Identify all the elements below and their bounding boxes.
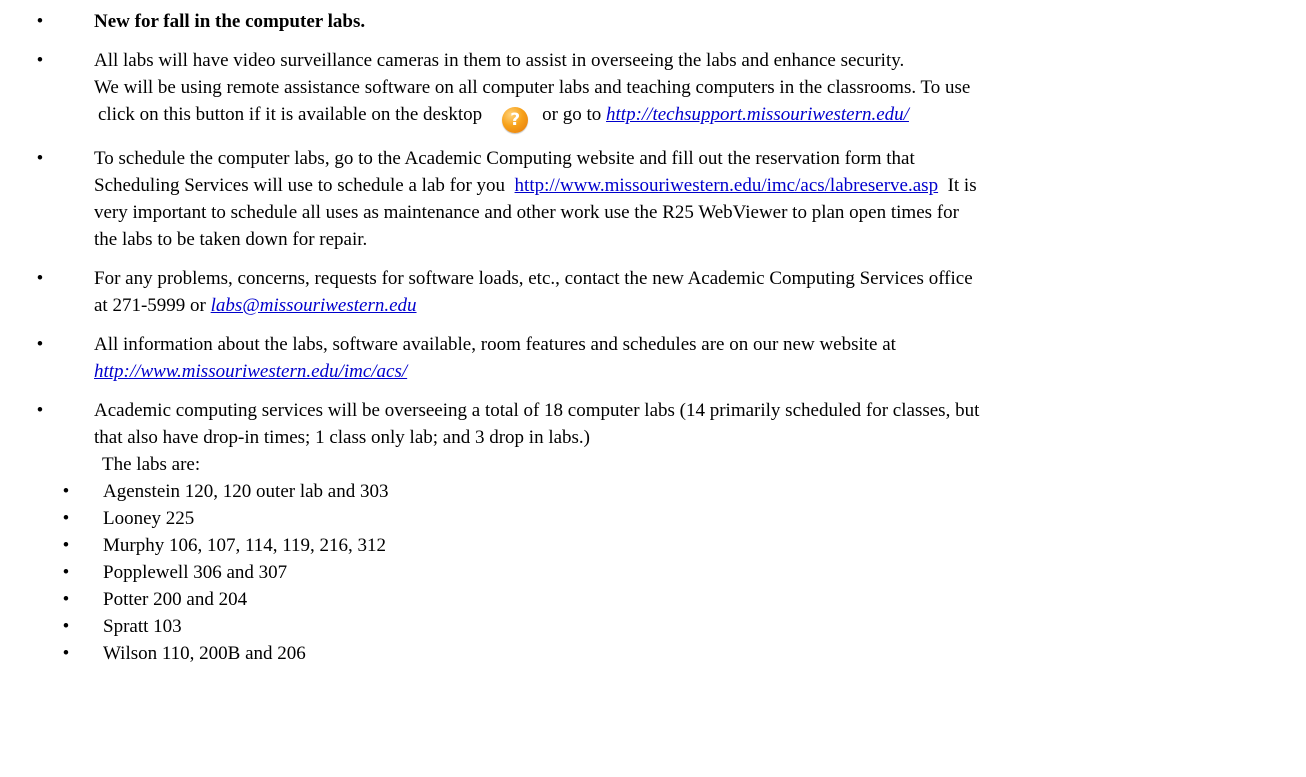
list-item-surveillance: • All labs will have video surveillance …	[0, 47, 1306, 133]
paragraph-line: the labs to be taken down for repair.	[94, 229, 368, 250]
bullet: •	[62, 508, 70, 529]
paragraph-line: Scheduling Services will use to schedule…	[94, 172, 1278, 199]
labs-list: • Agenstein 120, 120 outer lab and 303 • L…	[0, 478, 1306, 667]
acs-website-link[interactable]: http://www.missouriwestern.edu/imc/acs/	[94, 361, 407, 382]
paragraph-line: Academic computing services will be over…	[94, 400, 980, 421]
paragraph-line: http://www.missouriwestern.edu/imc/acs/	[94, 358, 1278, 385]
labs-section: The labs are: • Agenstein 120, 120 outer …	[0, 451, 1306, 667]
paragraph-line: very important to schedule all uses as m…	[94, 202, 959, 223]
lab-name: Murphy 106, 107, 114, 119, 216, 312	[103, 535, 387, 556]
bullet: •	[62, 616, 70, 637]
paragraph-line: For any problems, concerns, requests for…	[94, 268, 973, 289]
labs-email-link[interactable]: labs@missouriwestern.edu	[211, 295, 417, 316]
lab-name: Popplewell 306 and 307	[103, 562, 288, 583]
section-heading: New for fall in the computer labs.	[94, 11, 366, 32]
text-segment: or go to	[542, 104, 602, 125]
lab-list-item: • Murphy 106, 107, 114, 119, 216, 312	[0, 532, 1306, 559]
lab-name: Spratt 103	[103, 616, 182, 637]
lab-list-item: • Wilson 110, 200B and 206	[0, 640, 1306, 667]
list-item-problems: • For any problems, concerns, requests f…	[0, 265, 1306, 319]
bullet: •	[62, 535, 70, 556]
lab-name: Agenstein 120, 120 outer lab and 303	[103, 481, 389, 502]
bullet: •	[62, 562, 70, 583]
bullet: •	[62, 481, 70, 502]
lab-name: Wilson 110, 200B and 206	[103, 643, 306, 664]
bullet: •	[36, 334, 44, 355]
paragraph-line: We will be using remote assistance softw…	[94, 77, 971, 98]
lab-name: Looney 225	[103, 508, 195, 529]
lab-reserve-link[interactable]: http://www.missouriwestern.edu/imc/acs/l…	[515, 175, 939, 196]
paragraph-line: To schedule the computer labs, go to the…	[94, 148, 915, 169]
list-item-website: • All information about the labs, softwa…	[0, 331, 1306, 385]
paragraph-line: click on this button if it is available …	[94, 101, 1278, 133]
list-item-scheduling: • To schedule the computer labs, go to t…	[0, 145, 1306, 253]
list-item-new-for-fall: • New for fall in the computer labs.	[0, 8, 1306, 35]
bullet: •	[36, 268, 44, 289]
paragraph-line: at 271-5999 or labs@missouriwestern.edu	[94, 292, 1278, 319]
lab-list-item: • Popplewell 306 and 307	[0, 559, 1306, 586]
techsupport-link[interactable]: http://techsupport.missouriwestern.edu/	[606, 104, 909, 125]
list-item-lab-overview: • Academic computing services will be ov…	[0, 397, 1306, 451]
text-segment: It is	[947, 175, 977, 196]
bullet: •	[36, 148, 44, 169]
text-segment: click on this button if it is available …	[98, 104, 483, 125]
paragraph-line: All information about the labs, software…	[94, 334, 896, 355]
lab-list-item: • Spratt 103	[0, 613, 1306, 640]
bullet: •	[36, 11, 44, 32]
paragraph-line: that also have drop-in times; 1 class on…	[94, 427, 591, 448]
text-segment: at 271-5999 or	[94, 295, 206, 316]
bullet: •	[62, 643, 70, 664]
bullet: •	[62, 589, 70, 610]
lab-list-item: • Potter 200 and 204	[0, 586, 1306, 613]
document-page: • New for fall in the computer labs. • A…	[0, 0, 1306, 777]
labs-heading: The labs are:	[102, 454, 201, 475]
lab-list-item: • Looney 225	[0, 505, 1306, 532]
paragraph-line: All labs will have video surveillance ca…	[94, 50, 905, 71]
bullet: •	[36, 400, 44, 421]
text-segment: Scheduling Services will use to schedule…	[94, 175, 506, 196]
lab-name: Potter 200 and 204	[103, 589, 248, 610]
bullet: •	[36, 50, 44, 71]
help-icon[interactable]: ?	[502, 107, 529, 133]
lab-list-item: • Agenstein 120, 120 outer lab and 303	[0, 478, 1306, 505]
